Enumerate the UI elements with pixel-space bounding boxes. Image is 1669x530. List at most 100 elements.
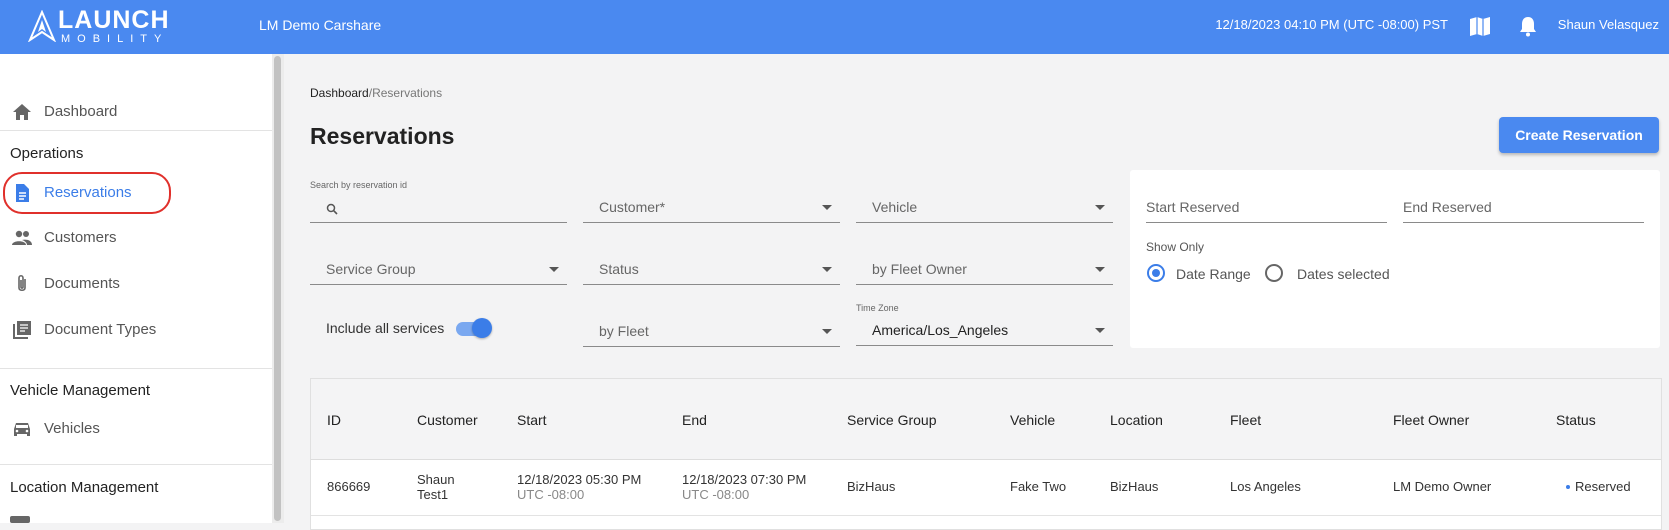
start-reserved-input[interactable]: Start Reserved [1146,192,1387,223]
sidebar-item-document-types[interactable]: Document Types [0,312,272,348]
timezone-value: America/Los_Angeles [872,322,1009,338]
column-header-fleet-owner[interactable]: Fleet Owner [1393,412,1469,428]
cell-status: Reserved [1575,479,1631,494]
dropdown-caret-icon [1095,267,1105,272]
end-reserved-input[interactable]: End Reserved [1403,192,1644,223]
reservations-highlight-ring [3,172,171,214]
column-header-location[interactable]: Location [1110,412,1163,428]
service-group-label: Service Group [326,261,416,277]
column-header-service-group[interactable]: Service Group [847,412,936,428]
table-row[interactable]: 866669 Shaun Test1 12/18/2023 05:30 PM U… [311,459,1661,516]
search-input[interactable] [310,192,567,223]
start-datetime: 12/18/2023 05:30 PM [517,472,642,487]
sidebar-item-label: Customers [44,229,117,246]
paperclip-icon [18,274,26,292]
dropdown-caret-icon [549,267,559,272]
cell-id: 866669 [327,479,371,494]
book-map-icon[interactable] [1468,14,1492,38]
fleet-select-label: by Fleet [599,323,649,339]
car-icon [14,423,30,436]
sidebar-item-vehicles[interactable]: Vehicles [0,411,272,447]
sidebar-scrollbar[interactable] [272,54,284,523]
vehicle-select-label: Vehicle [872,199,918,215]
create-reservation-button[interactable]: Create Reservation [1499,117,1659,153]
sidebar-item-label: Vehicles [44,420,100,437]
customer-select-label: Customer* [599,199,666,215]
customer-select[interactable]: Customer* [583,192,840,223]
include-all-services-label: Include all services [326,320,445,336]
cell-end: 12/18/2023 07:30 PM UTC -08:00 [682,472,806,502]
sidebar-item-dashboard[interactable]: Dashboard [0,94,272,130]
date-range-radio[interactable] [1147,264,1165,282]
sidebar-item-label: Dashboard [44,103,118,120]
status-select-label: Status [599,261,639,277]
breadcrumb-current: Reservations [372,86,443,100]
sidebar-divider [0,130,272,131]
toggle-thumb[interactable] [472,318,492,338]
reservations-table: ID Customer Start End Service Group Vehi… [310,378,1662,530]
dropdown-caret-icon [822,329,832,334]
column-header-end[interactable]: End [682,412,707,428]
cell-vehicle: Fake Two [1010,479,1067,494]
fleet-select[interactable]: by Fleet [583,316,840,347]
dates-selected-label[interactable]: Dates selected [1297,266,1390,282]
end-datetime: 12/18/2023 07:30 PM [682,472,807,487]
show-only-label: Show Only [1146,240,1205,254]
service-group-select[interactable]: Service Group [310,254,567,285]
end-reserved-label: End Reserved [1403,199,1492,215]
cell-fleet-owner: LM Demo Owner [1393,479,1492,494]
fleet-owner-select[interactable]: by Fleet Owner [856,254,1113,285]
logo-sub-text: MOBILITY [61,33,169,45]
sidebar-item-label: Documents [44,275,120,292]
breadcrumb-dashboard-link[interactable]: Dashboard [310,86,369,100]
logo-main-text: LAUNCH [58,6,170,34]
column-header-id[interactable]: ID [327,412,341,428]
cell-fleet: Los Angeles [1230,479,1301,494]
search-label: Search by reservation id [310,180,408,190]
bell-icon[interactable] [1516,14,1540,38]
date-filter-card: Start Reserved End Reserved Show Only Da… [1130,170,1660,348]
end-timezone: UTC -08:00 [682,487,750,502]
start-timezone: UTC -08:00 [517,487,585,502]
current-datetime: 12/18/2023 04:10 PM (UTC -08:00) PST [1215,17,1448,32]
page-title: Reservations [310,123,455,149]
table-header: ID Customer Start End Service Group Vehi… [311,379,1661,460]
column-header-customer[interactable]: Customer [417,412,478,428]
section-title-operations: Operations [10,145,84,162]
status-dot-icon [1566,485,1570,489]
dates-selected-radio[interactable] [1265,264,1283,282]
user-menu[interactable]: Shaun Velasquez [1558,16,1659,34]
sidebar-divider [0,368,272,369]
sidebar-divider [0,464,272,465]
search-icon [326,203,338,215]
cell-location: BizHaus [1110,479,1159,494]
vehicle-select[interactable]: Vehicle [856,192,1113,223]
app-name: LM Demo Carshare [259,17,382,33]
timezone-label: Time Zone [856,303,899,313]
launch-mobility-logo[interactable]: LAUNCH MOBILITY [26,6,176,46]
column-header-start[interactable]: Start [517,412,547,428]
status-select[interactable]: Status [583,254,840,285]
top-bar: LAUNCH MOBILITY LM Demo Carshare 12/18/2… [0,0,1669,54]
column-header-fleet[interactable]: Fleet [1230,412,1261,428]
home-icon [13,104,31,120]
sidebar-item-customers[interactable]: Customers [0,220,272,256]
customer-last-name: Test1 [417,487,449,502]
fleet-owner-label: by Fleet Owner [872,261,967,277]
column-header-status[interactable]: Status [1556,412,1596,428]
people-icon [12,230,32,245]
dropdown-caret-icon [1095,328,1105,333]
sidebar-item-documents[interactable]: Documents [0,266,272,302]
cell-customer: Shaun Test1 [417,472,455,502]
timezone-select[interactable]: America/Los_Angeles [856,315,1113,346]
sidebar-item-label: Document Types [44,321,157,338]
date-range-label[interactable]: Date Range [1176,266,1251,282]
customer-first-name: Shaun [417,472,455,487]
dropdown-caret-icon [1095,205,1105,210]
cell-service-group: BizHaus [847,479,896,494]
dropdown-caret-icon [822,267,832,272]
sidebar: Dashboard Operations Reservations Custom… [0,54,272,523]
column-header-vehicle[interactable]: Vehicle [1010,412,1055,428]
scrollbar-thumb[interactable] [274,56,281,521]
dropdown-caret-icon [822,205,832,210]
